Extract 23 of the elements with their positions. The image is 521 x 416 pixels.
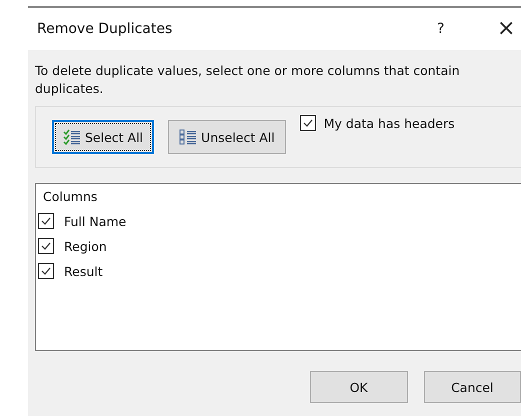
select-all-button[interactable]: Select All: [52, 120, 154, 154]
checkbox[interactable]: [38, 238, 54, 254]
checklist-icon: [63, 128, 81, 146]
window-title: Remove Duplicates: [37, 21, 174, 37]
instructions-text: To delete duplicate values, select one or more columns that contain duplicates.: [35, 62, 461, 98]
list-icon: [179, 128, 198, 146]
list-heading: Columns: [42, 189, 98, 204]
unselect-all-button[interactable]: Unselect All: [168, 120, 286, 154]
close-button[interactable]: ×: [497, 18, 521, 40]
column-label: Region: [64, 238, 107, 254]
checkbox[interactable]: [38, 213, 54, 229]
ok-button[interactable]: OK: [310, 371, 408, 403]
checkbox[interactable]: [38, 263, 54, 279]
help-button[interactable]: ?: [437, 22, 497, 36]
checkbox-label: My data has headers: [324, 116, 455, 130]
check-icon: [302, 118, 313, 128]
check-icon: [41, 216, 51, 226]
check-icon: [41, 266, 51, 276]
check-icon: [41, 241, 51, 251]
column-label: Result: [64, 264, 103, 278]
column-label: Full Name: [64, 214, 126, 228]
cancel-button[interactable]: Cancel: [424, 371, 521, 403]
checkbox[interactable]: [300, 115, 316, 131]
